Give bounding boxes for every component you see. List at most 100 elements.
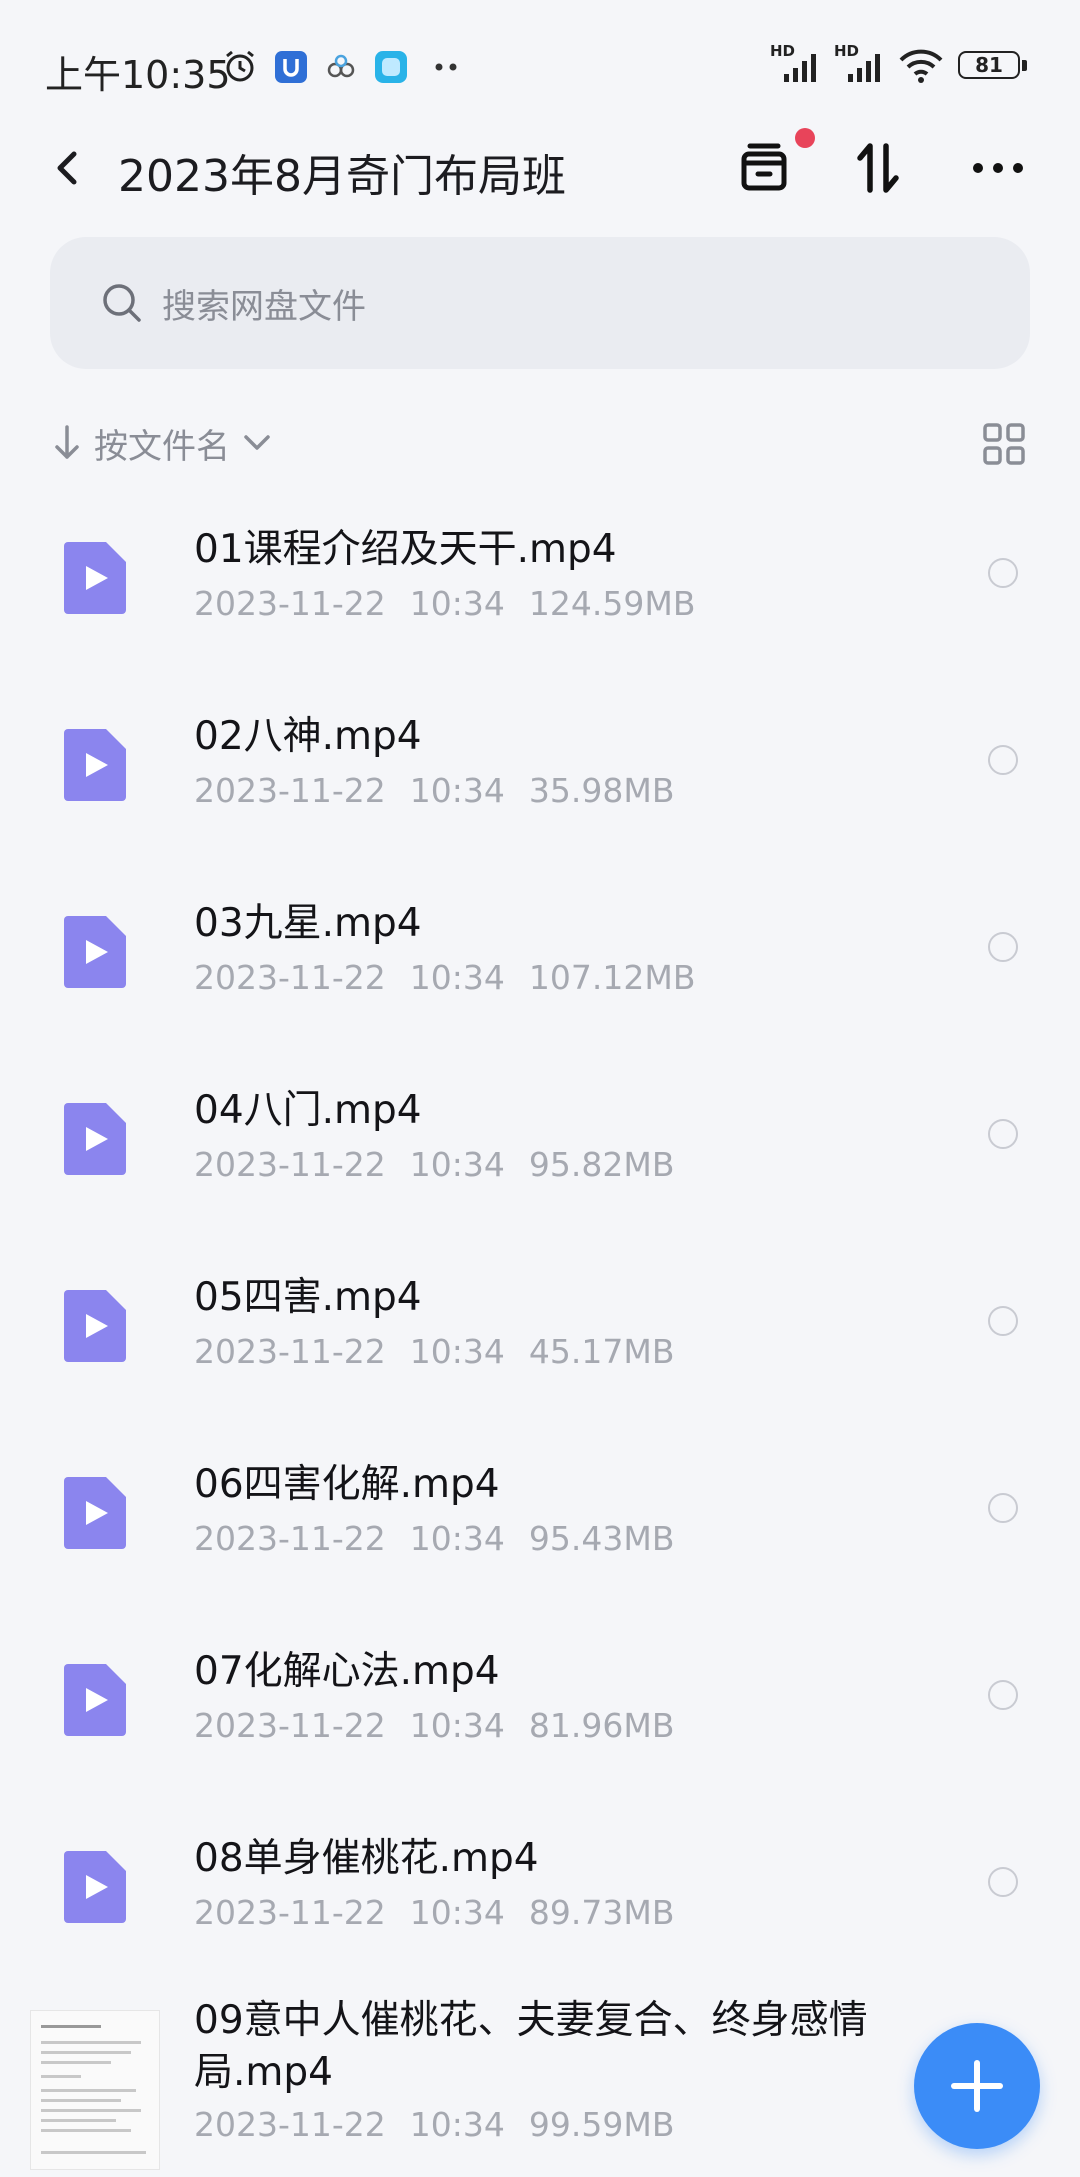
- file-row[interactable]: 08单身催桃花.mp4 2023-11-22 10:34 89.73MB: [0, 1789, 1080, 1976]
- file-time: 10:34: [409, 1519, 505, 1558]
- more-notifications-icon: [435, 63, 457, 71]
- transfer-list-button[interactable]: [728, 128, 815, 204]
- select-checkbox[interactable]: [988, 1306, 1018, 1336]
- signal-2: HD: [834, 42, 884, 86]
- back-button[interactable]: [40, 138, 100, 198]
- arrow-down-icon: [55, 425, 79, 459]
- cloud-app-icon: [375, 51, 407, 83]
- file-size: 81.96MB: [528, 1706, 675, 1745]
- file-name: 01课程介绍及天干.mp4: [194, 527, 617, 572]
- file-time: 10:34: [409, 584, 505, 623]
- file-time: 10:34: [409, 2105, 505, 2144]
- select-checkbox[interactable]: [988, 1680, 1018, 1710]
- video-file-icon: [64, 1851, 126, 1923]
- search-icon: [103, 284, 141, 322]
- file-size: 95.43MB: [528, 1519, 675, 1558]
- video-file-icon: [64, 1477, 126, 1549]
- file-date: 2023-11-22: [194, 1893, 386, 1932]
- file-meta: 2023-11-22 10:34 95.43MB: [194, 1519, 698, 1558]
- file-name: 03九星.mp4: [194, 901, 422, 946]
- file-time: 10:34: [409, 771, 505, 810]
- link-app-icon: [327, 54, 355, 78]
- video-file-icon: [64, 1103, 126, 1175]
- page-title: 2023年8月奇门布局班: [118, 151, 566, 202]
- file-date: 2023-11-22: [194, 1332, 386, 1371]
- file-size: 107.12MB: [528, 958, 696, 997]
- file-meta: 2023-11-22 10:34 107.12MB: [194, 958, 719, 997]
- file-row[interactable]: 07化解心法.mp4 2023-11-22 10:34 81.96MB: [0, 1602, 1080, 1789]
- archive-box-icon: [741, 143, 787, 191]
- app-notification-icon: [275, 51, 307, 83]
- battery-indicator: 81: [958, 49, 1030, 83]
- sort-label: 按文件名: [94, 426, 230, 467]
- file-size: 35.98MB: [528, 771, 675, 810]
- status-time: 上午10:35: [45, 53, 231, 97]
- file-list: 01课程介绍及天干.mp4 2023-11-22 10:34 124.59MB 02…: [0, 480, 1080, 2177]
- file-row[interactable]: 01课程介绍及天干.mp4 2023-11-22 10:34 124.59MB: [0, 480, 1080, 667]
- video-file-icon: [64, 916, 126, 988]
- file-row[interactable]: 03九星.mp4 2023-11-22 10:34 107.12MB: [0, 854, 1080, 1041]
- status-bar: 上午10:35 HD HD 81: [0, 0, 1080, 135]
- cell-signal-icon: [784, 54, 816, 82]
- select-checkbox[interactable]: [988, 1493, 1018, 1523]
- file-meta: 2023-11-22 10:34 95.82MB: [194, 1145, 698, 1184]
- select-checkbox[interactable]: [988, 558, 1018, 588]
- grid-view-button[interactable]: [980, 420, 1028, 468]
- file-name: 09意中人催桃花、夫妻复合、终身感情局.mp4: [194, 1998, 868, 2095]
- select-checkbox[interactable]: [988, 1119, 1018, 1149]
- file-meta: 2023-11-22 10:34 45.17MB: [194, 1332, 698, 1371]
- file-size: 89.73MB: [528, 1893, 675, 1932]
- wifi-icon: [899, 49, 943, 83]
- select-checkbox[interactable]: [988, 932, 1018, 962]
- file-date: 2023-11-22: [194, 958, 386, 997]
- file-row[interactable]: 06四害化解.mp4 2023-11-22 10:34 95.43MB: [0, 1415, 1080, 1602]
- file-name: 07化解心法.mp4: [194, 1649, 500, 1694]
- battery-level: 81: [975, 53, 1003, 77]
- file-date: 2023-11-22: [194, 1145, 386, 1184]
- chevron-down-icon: [244, 435, 270, 450]
- file-size: 45.17MB: [528, 1332, 675, 1371]
- add-file-button[interactable]: [914, 2023, 1040, 2149]
- file-row[interactable]: 05四害.mp4 2023-11-22 10:34 45.17MB: [0, 1228, 1080, 1415]
- more-options-button[interactable]: [962, 132, 1034, 204]
- file-name: 08单身催桃花.mp4: [194, 1836, 539, 1881]
- file-size: 99.59MB: [528, 2105, 675, 2144]
- search-input[interactable]: 搜索网盘文件: [50, 237, 1030, 369]
- file-meta: 2023-11-22 10:34 35.98MB: [194, 771, 698, 810]
- file-date: 2023-11-22: [194, 1519, 386, 1558]
- video-file-icon: [64, 1664, 126, 1736]
- file-date: 2023-11-22: [194, 1706, 386, 1745]
- screen: 上午10:35 HD HD 81 2023年8月奇门布局班 搜索网盘文件 按文件…: [0, 0, 1080, 2177]
- file-date: 2023-11-22: [194, 771, 386, 810]
- file-date: 2023-11-22: [194, 2105, 386, 2144]
- file-row[interactable]: 04八门.mp4 2023-11-22 10:34 95.82MB: [0, 1041, 1080, 1228]
- video-file-icon: [64, 729, 126, 801]
- status-right-group: HD HD 81: [770, 42, 1030, 86]
- file-name: 05四害.mp4: [194, 1275, 422, 1320]
- file-row[interactable]: 02八神.mp4 2023-11-22 10:34 35.98MB: [0, 667, 1080, 854]
- video-file-icon: [64, 1290, 126, 1362]
- file-name: 04八门.mp4: [194, 1088, 422, 1133]
- file-meta: 2023-11-22 10:34 124.59MB: [194, 584, 719, 623]
- file-time: 10:34: [409, 958, 505, 997]
- search-placeholder: 搜索网盘文件: [162, 287, 366, 327]
- sort-selector[interactable]: 按文件名: [50, 418, 274, 468]
- notification-dot: [795, 128, 815, 148]
- video-file-icon: [64, 542, 126, 614]
- file-time: 10:34: [409, 1332, 505, 1371]
- file-size: 95.82MB: [528, 1145, 675, 1184]
- sort-toggle-button[interactable]: [846, 132, 918, 204]
- select-checkbox[interactable]: [988, 1867, 1018, 1897]
- document-thumbnail: [30, 2010, 160, 2170]
- file-date: 2023-11-22: [194, 584, 386, 623]
- file-name: 06四害化解.mp4: [194, 1462, 500, 1507]
- select-checkbox[interactable]: [988, 745, 1018, 775]
- file-time: 10:34: [409, 1145, 505, 1184]
- file-size: 124.59MB: [528, 584, 696, 623]
- file-meta: 2023-11-22 10:34 99.59MB: [194, 2105, 698, 2144]
- signal-1: HD: [770, 42, 820, 86]
- cell-signal-icon: [848, 54, 880, 82]
- file-name: 02八神.mp4: [194, 714, 422, 759]
- file-meta: 2023-11-22 10:34 81.96MB: [194, 1706, 698, 1745]
- file-time: 10:34: [409, 1706, 505, 1745]
